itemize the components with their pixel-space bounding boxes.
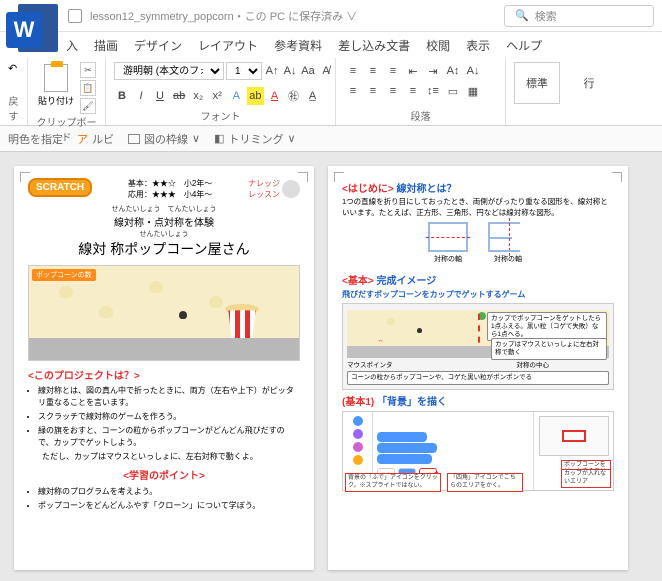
shading-icon[interactable]: ▭ (444, 82, 462, 100)
tab-references[interactable]: 参考資料 (274, 37, 322, 54)
sort-icon[interactable]: A↓ (464, 62, 482, 80)
grow-font-icon[interactable]: A↑ (264, 62, 280, 80)
shrink-font-icon[interactable]: A↓ (282, 62, 298, 80)
clear-format-icon[interactable]: A̸ (318, 62, 334, 80)
indent-left-icon[interactable]: ⇤ (404, 62, 422, 80)
p2-heading-intro: <はじめに> 線対称とは？ (342, 180, 614, 195)
sub-ribbon: 明色を指定 アルビ 図の枠線 ∨ ◧トリミング ∨ (0, 126, 662, 152)
tab-layout[interactable]: レイアウト (198, 37, 258, 54)
ruby-button[interactable]: アルビ (77, 131, 114, 147)
crop-button[interactable]: ◧トリミング ∨ (214, 131, 295, 147)
picture-border-button[interactable]: 図の枠線 ∨ (128, 131, 200, 147)
scratch-logo: SCRATCH (28, 178, 92, 197)
ribbon-tabs: 入 描画 デザイン レイアウト 参考資料 差し込み文書 校閲 表示 ヘルプ (0, 32, 662, 58)
game-preview-image: ポップコーンの数 (28, 265, 300, 361)
tab-help[interactable]: ヘルプ (506, 37, 542, 54)
tab-mailings[interactable]: 差し込み文書 (338, 37, 410, 54)
undo-group-label: 戻す (8, 93, 19, 123)
style-heading[interactable]: 行 (566, 62, 612, 104)
section-project: <このプロジェクトは？> (28, 367, 300, 382)
save-icon[interactable] (68, 9, 82, 23)
tab-review[interactable]: 校閲 (426, 37, 450, 54)
paste-icon (44, 64, 68, 92)
text-effects-icon[interactable]: A (228, 87, 244, 105)
multilevel-icon[interactable]: ≡ (384, 62, 402, 80)
difficulty-levels: 基本：★★☆ 小2年～ 応用：★★★ 小4年～ (128, 178, 212, 200)
page-2: <はじめに> 線対称とは？ 1つの直線を折り目にしておったとき、両側がぴったり重… (328, 166, 628, 570)
document-area[interactable]: SCRATCH 基本：★★☆ 小2年～ 応用：★★★ 小4年～ ナレッジ レッス… (0, 152, 662, 581)
font-family-select[interactable]: 游明朝 (本文のフォント (114, 62, 224, 80)
undo-icon[interactable]: ↶ (8, 62, 17, 75)
cut-icon[interactable]: ✂ (80, 62, 96, 78)
document-title: lesson12_symmetry_popcorn・この PC に保存済み ∨ (90, 8, 357, 24)
symmetry-diagram: 対称の軸 対称の軸 (342, 222, 614, 264)
page-1: SCRATCH 基本：★★☆ 小2年～ 応用：★★★ 小4年～ ナレッジ レッス… (14, 166, 314, 570)
bullets-icon[interactable]: ≡ (344, 62, 362, 80)
search-box[interactable]: 🔍 検索 (504, 5, 654, 27)
tab-view[interactable]: 表示 (466, 37, 490, 54)
highlight-icon[interactable]: ab (247, 87, 263, 105)
knowledge-lesson-logo: ナレッジ レッスン (248, 178, 300, 200)
align-right-icon[interactable]: ≡ (384, 82, 402, 100)
text-direction-icon[interactable]: A↕ (444, 62, 462, 80)
superscript-button[interactable]: x² (209, 87, 225, 105)
completed-game-thumb: ↔ ↔ カップでポップコーンをゲットしたら1点ふえる。黒い粒（コゲて失敗）なら1… (342, 303, 614, 390)
strike-button[interactable]: ab (171, 87, 187, 105)
page1-title: せんたいしょう てんたいしょう 線対称・点対称を体験 せんたいしょう 線対 称ポ… (28, 204, 300, 259)
font-size-select[interactable]: 10.5 (226, 62, 262, 80)
indent-right-icon[interactable]: ⇥ (424, 62, 442, 80)
project-bullets: 線対称とは、図の真ん中で折ったときに、両方（左右や上下）がピッタリ重なることを言… (28, 385, 300, 449)
align-left-icon[interactable]: ≡ (344, 82, 362, 100)
italic-button[interactable]: I (133, 87, 149, 105)
tab-design[interactable]: デザイン (134, 37, 182, 54)
copy-icon[interactable]: 📋 (80, 80, 96, 96)
enclose-char-icon[interactable]: ㊓ (286, 87, 302, 105)
ribbon: ↶ 戻す 貼り付け ✂ 📋 🖌 クリップボード 游明朝 (本文のフォント 10.… (0, 58, 662, 126)
style-normal[interactable]: 標準 (514, 62, 560, 104)
section-learning: <学習のポイント> (28, 467, 300, 482)
search-icon: 🔍 (515, 9, 529, 22)
line-spacing-icon[interactable]: ↕≡ (424, 82, 442, 100)
underline-button[interactable]: U (152, 87, 168, 105)
borders-icon[interactable]: ▦ (464, 82, 482, 100)
p2-intro-text: 1つの直線を折り目にしておったとき、両側がぴったり重なる図形を、線対称といいます… (342, 197, 614, 218)
stage-preview (539, 416, 609, 456)
font-color-icon[interactable]: A (267, 87, 283, 105)
word-app-icon: W (6, 4, 58, 56)
scratch-editor-thumb: ✕ 🖌 ポップコーンをゲットするエリア カップが入れないエリア 背景の「ふで」ア… (342, 411, 614, 491)
subscript-button[interactable]: x₂ (190, 87, 206, 105)
paragraph-group-label: 段落 (344, 108, 497, 123)
justify-icon[interactable]: ≡ (404, 82, 422, 100)
bold-button[interactable]: B (114, 87, 130, 105)
p2-heading-basic: <基本> 完成イメージ (342, 272, 614, 287)
numbering-icon[interactable]: ≡ (364, 62, 382, 80)
align-center-icon[interactable]: ≡ (364, 82, 382, 100)
transparent-color-button[interactable]: 明色を指定 (8, 131, 63, 147)
search-placeholder: 検索 (535, 8, 557, 24)
paste-label: 貼り付け (38, 94, 74, 107)
tab-insert[interactable]: 入 (66, 37, 78, 54)
learning-bullets: 線対称のプログラムを考えよう。 ポップコーンをどんどんふやす「クローン」について… (28, 486, 300, 512)
paste-button[interactable]: 貼り付け (36, 62, 76, 109)
change-case-icon[interactable]: Aa (300, 62, 316, 80)
font-group-label: フォント (114, 108, 327, 123)
tab-draw[interactable]: 描画 (94, 37, 118, 54)
format-painter-icon[interactable]: 🖌 (80, 98, 96, 114)
p2-heading-step1: (基本1) 「背景」を描く (342, 393, 614, 408)
p2-game-desc: 飛びだすポップコーンをカップでゲットするゲーム (342, 289, 614, 300)
char-border-icon[interactable]: A̲ (305, 87, 321, 105)
